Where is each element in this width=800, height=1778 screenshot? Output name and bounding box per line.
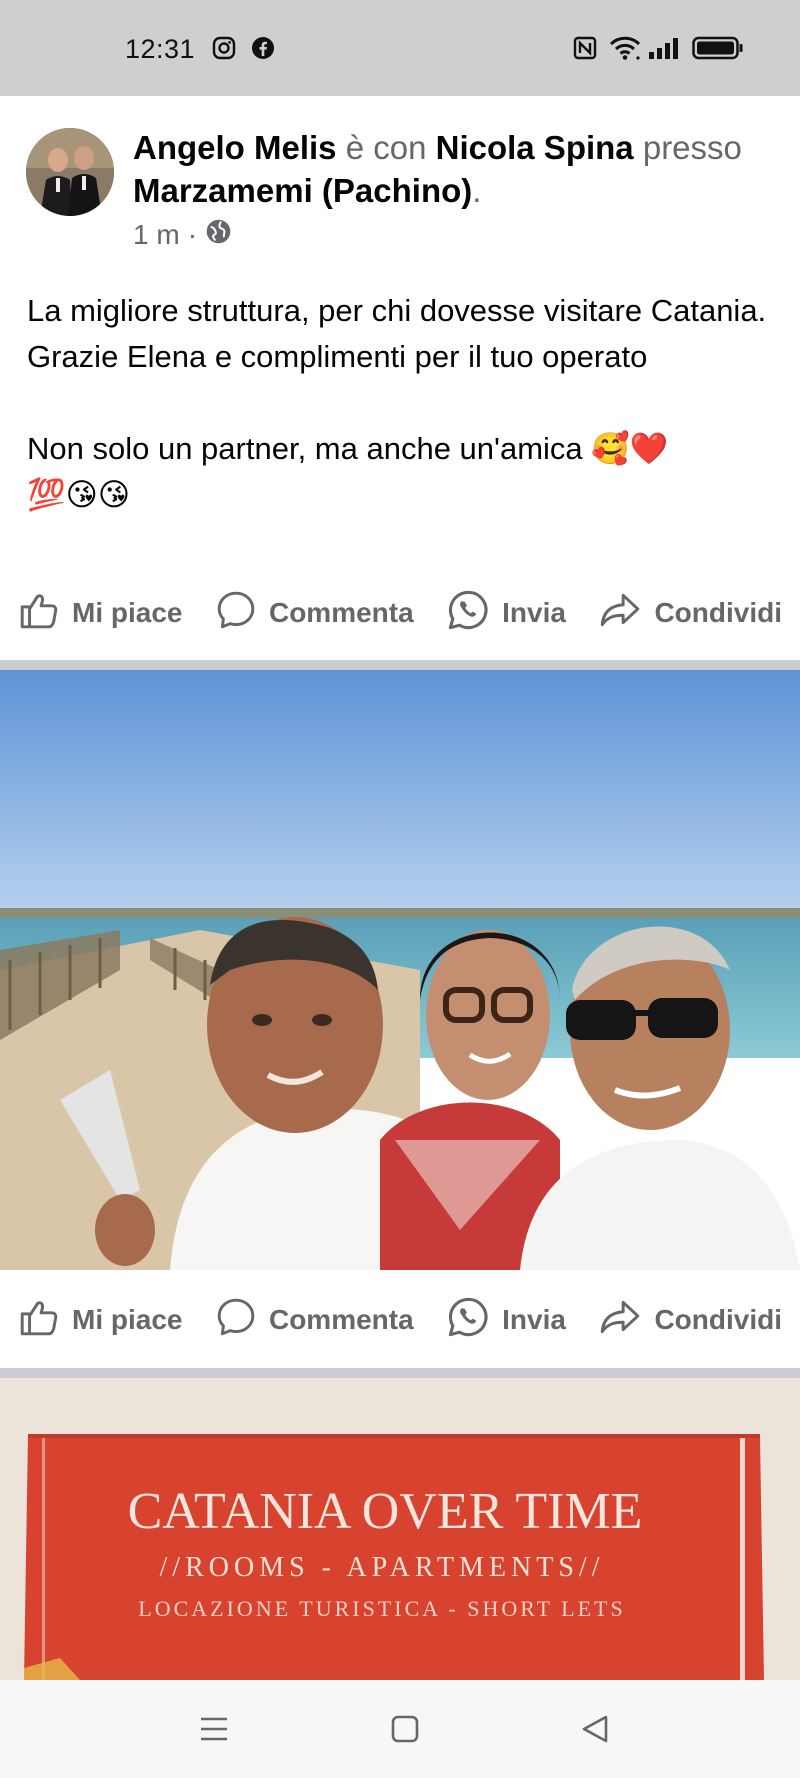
header-period: .	[472, 172, 482, 209]
share-arrow-icon	[598, 1296, 642, 1345]
instagram-icon	[212, 36, 236, 65]
menu-icon[interactable]	[199, 1714, 229, 1749]
comment-label: Commenta	[268, 597, 414, 628]
at-text: presso	[642, 129, 742, 166]
meta-separator: ·	[187, 219, 198, 250]
sign-title: CATANIA OVER TIME	[128, 1483, 643, 1540]
tagged-person[interactable]: Nicola Spina	[436, 129, 634, 166]
sign-tagline: LOCAZIONE TURISTICA - SHORT LETS	[138, 1596, 625, 1621]
wifi-icon	[609, 36, 641, 65]
share-button[interactable]: Condividi	[598, 589, 782, 638]
globe-icon	[205, 218, 232, 252]
emoji-line: 💯😘😘	[27, 477, 131, 513]
post-time[interactable]: 1 m	[133, 219, 180, 251]
home-square-icon[interactable]	[390, 1714, 420, 1749]
author-name[interactable]: Angelo Melis	[133, 129, 337, 166]
comment-label: Commenta	[268, 1304, 414, 1335]
nfc-icon	[573, 36, 597, 65]
post-divider	[0, 1368, 800, 1378]
emoji-heart-face: 🥰❤️	[591, 431, 669, 467]
send-label: Invia	[502, 597, 566, 628]
send-whatsapp-button[interactable]: Invia	[446, 1295, 566, 1346]
post-photo[interactable]	[0, 670, 800, 1270]
battery-icon	[692, 36, 744, 65]
action-bar-top: Mi piace Commenta Invia Condividi	[0, 575, 800, 651]
sign-subtitle: //ROOMS - APARTMENTS//	[160, 1552, 605, 1583]
post-line-2: Grazie Elena e complimenti per il tuo op…	[27, 339, 648, 374]
post-line-4: Non solo un partner, ma anche un'amica 🥰…	[27, 426, 777, 472]
facebook-icon	[251, 36, 275, 65]
thumbs-up-icon	[18, 589, 60, 638]
send-label: Invia	[502, 1304, 566, 1335]
sign-photo[interactable]: CATANIA OVER TIME //ROOMS - APARTMENTS//…	[0, 1378, 800, 1680]
signal-icon	[648, 36, 680, 65]
status-time: 12:31	[125, 34, 196, 64]
thumbs-up-icon	[18, 1296, 60, 1345]
like-button[interactable]: Mi piace	[18, 589, 182, 638]
whatsapp-icon	[446, 588, 490, 639]
place-name[interactable]: Marzamemi (Pachino)	[133, 172, 472, 209]
comment-bubble-icon	[215, 589, 257, 638]
with-text: è con	[345, 129, 427, 166]
comment-bubble-icon	[215, 1296, 257, 1345]
share-label: Condividi	[654, 1304, 782, 1335]
post-line-1: La migliore struttura, per chi dovesse v…	[27, 293, 767, 328]
author-avatar[interactable]	[26, 128, 114, 216]
send-whatsapp-button[interactable]: Invia	[446, 588, 566, 639]
like-label: Mi piace	[72, 597, 183, 628]
post-text: La migliore struttura, per chi dovesse v…	[27, 288, 777, 518]
post-divider	[0, 660, 800, 670]
post-meta: 1 m ·	[133, 218, 232, 252]
share-button[interactable]: Condividi	[598, 1296, 782, 1345]
action-bar-photo: Mi piace Commenta Invia Condividi	[0, 1282, 800, 1358]
share-arrow-icon	[598, 589, 642, 638]
post-header: Angelo Melis è con Nicola Spina presso M…	[133, 126, 783, 212]
post-line-4-text: Non solo un partner, ma anche un'amica	[27, 431, 583, 466]
system-nav-bar	[0, 1680, 800, 1778]
like-button[interactable]: Mi piace	[18, 1296, 182, 1345]
comment-button[interactable]: Commenta	[215, 589, 414, 638]
status-bar: 12:31	[0, 0, 800, 96]
whatsapp-icon	[446, 1295, 490, 1346]
comment-button[interactable]: Commenta	[215, 1296, 414, 1345]
share-label: Condividi	[654, 597, 782, 628]
like-label: Mi piace	[72, 1304, 183, 1335]
back-triangle-icon[interactable]	[580, 1713, 612, 1750]
post-line-3	[27, 380, 777, 426]
